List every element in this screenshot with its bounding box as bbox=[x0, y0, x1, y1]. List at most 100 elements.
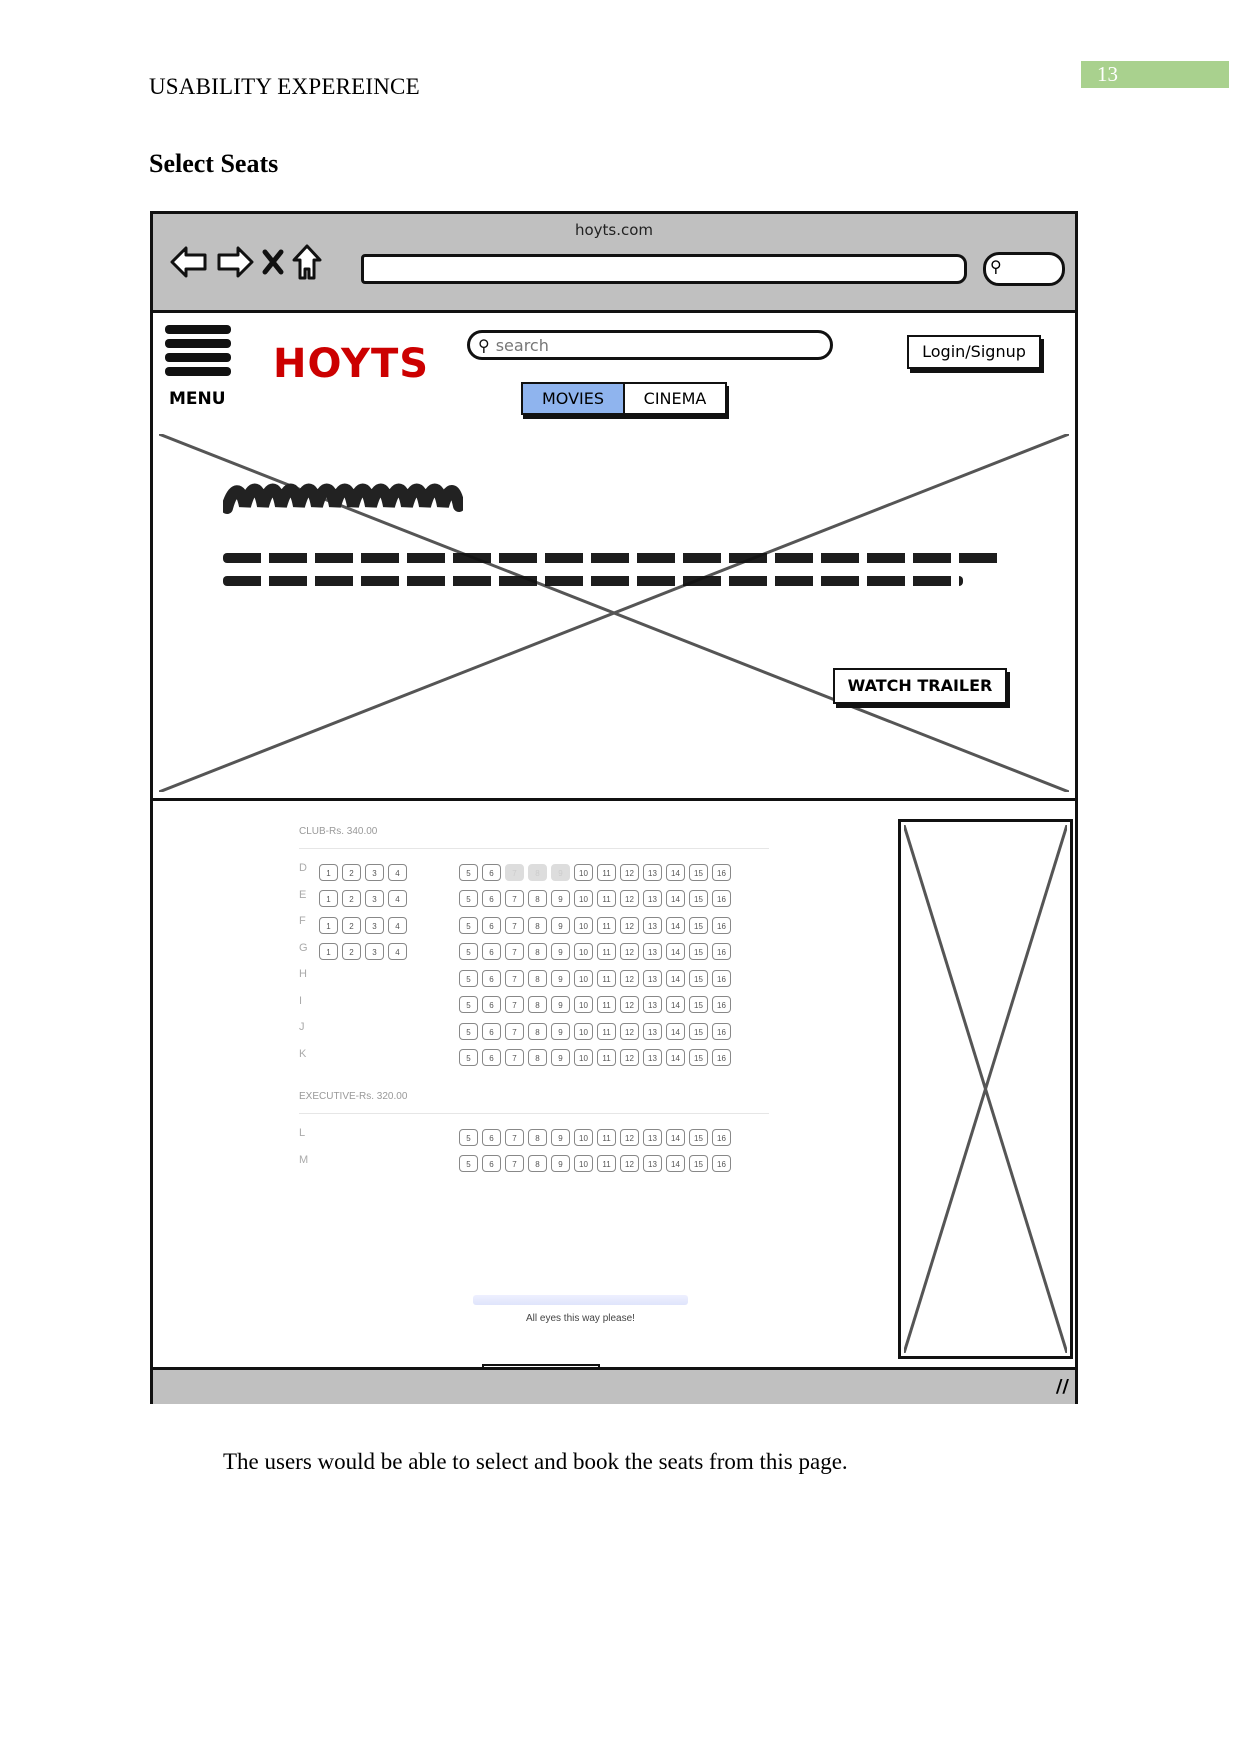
seat-button[interactable]: 10 bbox=[574, 916, 593, 934]
seat-button[interactable]: 8 bbox=[528, 943, 547, 961]
seat-button[interactable]: 9 bbox=[551, 1155, 570, 1173]
browser-search-field[interactable]: ⚲ bbox=[983, 252, 1065, 286]
site-search-input[interactable]: ⚲ search bbox=[467, 330, 833, 360]
seat-button[interactable]: 6 bbox=[482, 1128, 501, 1146]
seat-button[interactable]: 2 bbox=[342, 916, 361, 934]
seat-button[interactable]: 13 bbox=[643, 890, 662, 908]
seat-button[interactable]: 14 bbox=[666, 996, 685, 1014]
seat-button[interactable]: 15 bbox=[689, 996, 708, 1014]
seat-button[interactable]: 13 bbox=[643, 916, 662, 934]
seat-button[interactable]: 12 bbox=[620, 890, 639, 908]
seat-button[interactable]: 4 bbox=[388, 943, 407, 961]
seat-button[interactable]: 8 bbox=[528, 916, 547, 934]
seat-button[interactable]: 5 bbox=[459, 1022, 478, 1040]
seat-button[interactable]: 15 bbox=[689, 943, 708, 961]
seat-button[interactable]: 1 bbox=[319, 916, 338, 934]
seat-button[interactable]: 5 bbox=[459, 1155, 478, 1173]
seat-button[interactable]: 10 bbox=[574, 890, 593, 908]
seat-button[interactable]: 7 bbox=[505, 1022, 524, 1040]
seat-button[interactable]: 13 bbox=[643, 1022, 662, 1040]
seat-button[interactable]: 14 bbox=[666, 943, 685, 961]
seat-button[interactable]: 7 bbox=[505, 969, 524, 987]
seat-button[interactable]: 5 bbox=[459, 863, 478, 881]
hoyts-logo[interactable]: HOYTS bbox=[273, 341, 429, 387]
seat-button[interactable]: 16 bbox=[712, 1128, 731, 1146]
seat-button[interactable]: 12 bbox=[620, 916, 639, 934]
seat-button[interactable]: 12 bbox=[620, 969, 639, 987]
seat-button[interactable]: 9 bbox=[551, 969, 570, 987]
seat-button[interactable]: 6 bbox=[482, 916, 501, 934]
seat-button[interactable]: 11 bbox=[597, 969, 616, 987]
seat-button[interactable]: 1 bbox=[319, 890, 338, 908]
seat-button[interactable]: 13 bbox=[643, 996, 662, 1014]
seat-button[interactable]: 10 bbox=[574, 1128, 593, 1146]
seat-button[interactable]: 7 bbox=[505, 916, 524, 934]
seat-button[interactable]: 10 bbox=[574, 943, 593, 961]
seat-button[interactable]: 1 bbox=[319, 943, 338, 961]
seat-button[interactable]: 7 bbox=[505, 1049, 524, 1067]
seat-button[interactable]: 4 bbox=[388, 916, 407, 934]
seat-button[interactable]: 13 bbox=[643, 1155, 662, 1173]
seat-button[interactable]: 7 bbox=[505, 1128, 524, 1146]
seat-button[interactable]: 16 bbox=[712, 1022, 731, 1040]
seat-button[interactable]: 2 bbox=[342, 943, 361, 961]
seat-button[interactable]: 8 bbox=[528, 1128, 547, 1146]
watch-trailer-button[interactable]: WATCH TRAILER bbox=[833, 668, 1007, 704]
seat-button[interactable]: 16 bbox=[712, 996, 731, 1014]
seat-button[interactable]: 9 bbox=[551, 1128, 570, 1146]
seat-button[interactable]: 14 bbox=[666, 1128, 685, 1146]
seat-button[interactable]: 14 bbox=[666, 1049, 685, 1067]
seat-button[interactable]: 16 bbox=[712, 863, 731, 881]
tab-movies[interactable]: MOVIES bbox=[523, 384, 625, 413]
seat-button[interactable]: 7 bbox=[505, 1155, 524, 1173]
seat-button[interactable]: 11 bbox=[597, 943, 616, 961]
seat-button[interactable]: 12 bbox=[620, 943, 639, 961]
back-arrow-icon[interactable] bbox=[169, 244, 209, 280]
seat-button[interactable]: 11 bbox=[597, 1155, 616, 1173]
seat-button[interactable]: 8 bbox=[528, 996, 547, 1014]
seat-button[interactable]: 9 bbox=[551, 943, 570, 961]
seat-button[interactable]: 15 bbox=[689, 969, 708, 987]
seat-button[interactable]: 11 bbox=[597, 1128, 616, 1146]
seat-button[interactable]: 11 bbox=[597, 996, 616, 1014]
seat-button[interactable]: 14 bbox=[666, 890, 685, 908]
tab-cinema[interactable]: CINEMA bbox=[625, 384, 725, 413]
seat-button[interactable]: 16 bbox=[712, 890, 731, 908]
seat-button[interactable]: 5 bbox=[459, 1128, 478, 1146]
hamburger-menu-icon[interactable] bbox=[165, 325, 231, 381]
seat-button[interactable]: 10 bbox=[574, 863, 593, 881]
forward-arrow-icon[interactable] bbox=[215, 244, 255, 280]
seat-button[interactable]: 16 bbox=[712, 943, 731, 961]
seat-button[interactable]: 2 bbox=[342, 863, 361, 881]
seat-button[interactable]: 15 bbox=[689, 1128, 708, 1146]
seat-button[interactable]: 16 bbox=[712, 969, 731, 987]
seat-button[interactable]: 3 bbox=[365, 863, 384, 881]
seat-button[interactable]: 8 bbox=[528, 890, 547, 908]
seat-button[interactable]: 5 bbox=[459, 916, 478, 934]
seat-button[interactable]: 6 bbox=[482, 943, 501, 961]
seat-button[interactable]: 15 bbox=[689, 1049, 708, 1067]
seat-button[interactable]: 6 bbox=[482, 890, 501, 908]
seat-button[interactable]: 10 bbox=[574, 1022, 593, 1040]
seat-button[interactable]: 13 bbox=[643, 943, 662, 961]
seat-button[interactable]: 9 bbox=[551, 996, 570, 1014]
seat-button[interactable]: 12 bbox=[620, 1155, 639, 1173]
seat-button[interactable]: 9 bbox=[551, 1022, 570, 1040]
seat-button[interactable]: 14 bbox=[666, 969, 685, 987]
seat-button[interactable]: 10 bbox=[574, 1049, 593, 1067]
resize-grip-icon[interactable]: // bbox=[1056, 1376, 1069, 1397]
seat-button[interactable]: 14 bbox=[666, 863, 685, 881]
seat-button[interactable]: 13 bbox=[643, 1128, 662, 1146]
seat-button[interactable]: 13 bbox=[643, 969, 662, 987]
seat-button[interactable]: 11 bbox=[597, 1022, 616, 1040]
seat-button[interactable]: 6 bbox=[482, 1049, 501, 1067]
home-icon[interactable] bbox=[291, 243, 323, 281]
seat-button[interactable]: 16 bbox=[712, 1049, 731, 1067]
seat-button[interactable]: 4 bbox=[388, 863, 407, 881]
seat-button[interactable]: 9 bbox=[551, 916, 570, 934]
seat-button[interactable]: 11 bbox=[597, 863, 616, 881]
seat-button[interactable]: 16 bbox=[712, 1155, 731, 1173]
menu-label[interactable]: MENU bbox=[169, 389, 226, 409]
seat-button[interactable]: 8 bbox=[528, 969, 547, 987]
seat-button[interactable]: 5 bbox=[459, 996, 478, 1014]
